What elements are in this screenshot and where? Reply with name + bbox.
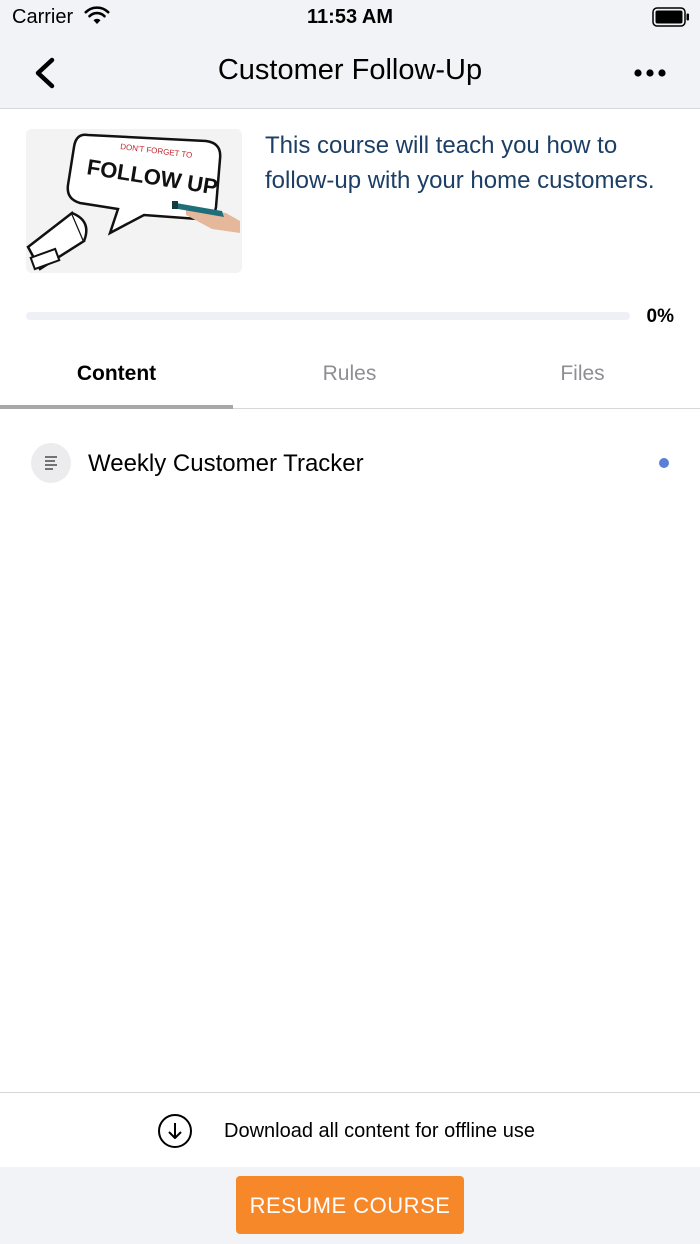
tab-files[interactable]: Files <box>466 340 699 408</box>
list-item-label: Weekly Customer Tracker <box>88 450 364 477</box>
download-offline-button[interactable]: Download all content for offline use <box>0 1092 700 1168</box>
footer-bar: RESUME COURSE <box>0 1167 700 1244</box>
battery-icon <box>652 7 689 27</box>
document-lines-icon <box>31 443 71 483</box>
ellipsis-icon <box>634 69 666 77</box>
course-image: DON'T FORGET TO FOLLOW UP <box>26 129 242 273</box>
clock: 11:53 AM <box>307 6 393 28</box>
tab-content[interactable]: Content <box>0 340 233 408</box>
course-description: This course will teach you how to follow… <box>265 132 655 194</box>
tab-rules[interactable]: Rules <box>233 340 466 408</box>
page-title: Customer Follow-Up <box>217 54 483 86</box>
active-tab-indicator <box>0 405 233 409</box>
unread-indicator <box>659 458 669 468</box>
resume-course-button[interactable]: RESUME COURSE <box>236 1176 464 1234</box>
navigation-bar: Customer Follow-Up <box>0 40 700 109</box>
status-bar: Carrier 11:53 AM <box>0 0 700 40</box>
download-circle-icon <box>158 1114 192 1148</box>
tab-bar: Content Rules Files <box>0 340 700 409</box>
more-options-button[interactable] <box>630 58 670 88</box>
progress-percentage: 0% <box>646 306 674 327</box>
progress-bar <box>26 312 630 320</box>
download-label: Download all content for offline use <box>224 1120 535 1142</box>
follow-up-illustration: DON'T FORGET TO FOLLOW UP <box>26 129 242 273</box>
list-item[interactable]: Weekly Customer Tracker <box>0 420 700 506</box>
